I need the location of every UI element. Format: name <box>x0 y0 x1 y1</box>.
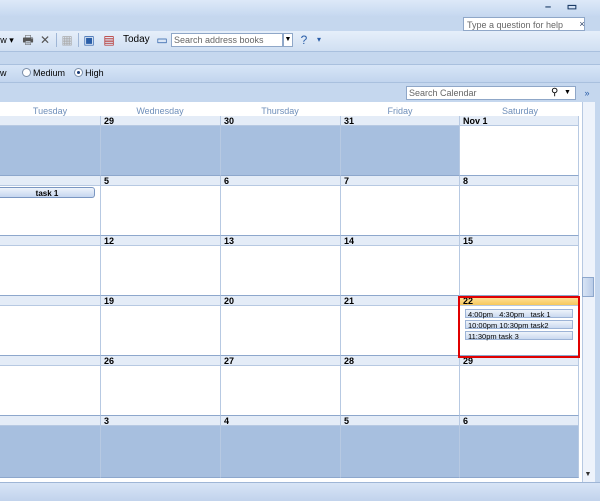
day-cell[interactable]: 3 <box>101 416 221 478</box>
day-cell[interactable]: 29 <box>460 356 579 416</box>
day-number: 8 <box>460 176 578 186</box>
day-number: 7 <box>341 176 459 186</box>
day-number: 15 <box>460 236 578 246</box>
day-number: 6 <box>460 416 578 426</box>
help-search-input[interactable]: Type a question for help <box>463 17 585 31</box>
help-close-icon[interactable]: × <box>575 17 589 31</box>
print-icon[interactable]: 🖶 <box>21 33 35 47</box>
day-cell[interactable]: 12 <box>101 236 221 296</box>
day-cell[interactable]: 21 <box>341 296 460 356</box>
day-number <box>0 296 100 306</box>
day-cell[interactable]: 30 <box>221 116 341 176</box>
day-cell[interactable]: 28 <box>341 356 460 416</box>
title-bar <box>0 0 600 16</box>
search-icon[interactable]: ⚲ <box>551 86 561 100</box>
day-cell[interactable] <box>0 356 101 416</box>
delete-icon[interactable]: ✕ <box>38 33 52 47</box>
help-icon[interactable]: ? <box>297 33 311 47</box>
day-cell[interactable]: 6 <box>221 176 341 236</box>
day-number: 19 <box>101 296 220 306</box>
day-number: 31 <box>341 116 459 126</box>
expand-icon[interactable]: » <box>580 86 594 100</box>
day-number: 30 <box>221 116 340 126</box>
day-cell[interactable]: 13 <box>221 236 341 296</box>
day-number: 5 <box>101 176 220 186</box>
details-bar: w Medium High <box>0 64 600 83</box>
day-cell[interactable]: Nov 1 <box>460 116 579 176</box>
day-number: 28 <box>341 356 459 366</box>
day-cell[interactable]: 26 <box>101 356 221 416</box>
toolbar-partial-label[interactable]: w ▾ <box>0 33 14 47</box>
maximize-icon[interactable]: ▭ <box>562 1 582 14</box>
day-cell[interactable]: 5 <box>101 176 221 236</box>
radio-medium-label: Medium <box>33 68 66 78</box>
day-number: 13 <box>221 236 340 246</box>
day-number: 29 <box>101 116 220 126</box>
scrollbar-thumb[interactable] <box>582 277 594 297</box>
day-cell[interactable] <box>0 416 101 478</box>
day-number: 6 <box>221 176 340 186</box>
day-number: 3 <box>101 416 220 426</box>
day-cell[interactable]: 27 <box>221 356 341 416</box>
day-cell[interactable]: 19 <box>101 296 221 356</box>
day-cell[interactable]: 29 <box>101 116 221 176</box>
day-cell[interactable] <box>0 176 101 236</box>
day-number <box>0 116 100 126</box>
day-number: 14 <box>341 236 459 246</box>
event-bar-task-1[interactable]: task 1 <box>0 187 95 198</box>
toolbar-separator <box>78 33 79 47</box>
day-number <box>0 356 100 366</box>
day-number: 26 <box>101 356 220 366</box>
day-number <box>0 236 100 246</box>
day-cell[interactable] <box>0 116 101 176</box>
toolbar-options-icon[interactable]: ▾ <box>312 33 326 47</box>
details-partial-label: w <box>0 68 7 78</box>
day-cell[interactable]: 31 <box>341 116 460 176</box>
day-number: 27 <box>221 356 340 366</box>
day-number: 5 <box>341 416 459 426</box>
day-cell[interactable]: 7 <box>341 176 460 236</box>
day-number: Nov 1 <box>460 116 578 126</box>
day-cell[interactable]: 15 <box>460 236 579 296</box>
chevron-down-icon[interactable]: ▼ <box>564 86 574 100</box>
contacts-icon[interactable]: ▭ <box>155 33 169 47</box>
address-book-icon[interactable]: ▣ <box>82 33 96 47</box>
day-number <box>0 416 100 426</box>
day-cell[interactable] <box>0 296 101 356</box>
day-number <box>0 176 100 186</box>
day-cell[interactable] <box>0 236 101 296</box>
day-cell[interactable]: 6 <box>460 416 579 478</box>
day-number: 21 <box>341 296 459 306</box>
move-icon[interactable]: ▦ <box>60 33 74 47</box>
radio-high-label: High <box>85 68 104 78</box>
day-cell[interactable]: 4 <box>221 416 341 478</box>
search-address-books-input[interactable]: Search address books <box>171 33 283 47</box>
day-cell[interactable]: 14 <box>341 236 460 296</box>
scroll-down-icon[interactable]: ▼ <box>582 470 594 480</box>
day-cell[interactable]: 20 <box>221 296 341 356</box>
day-number: 4 <box>221 416 340 426</box>
day-number: 12 <box>101 236 220 246</box>
day-number: 20 <box>221 296 340 306</box>
status-bar <box>0 482 600 501</box>
day-cell[interactable]: 5 <box>341 416 460 478</box>
day-cell[interactable]: 8 <box>460 176 579 236</box>
selection-highlight <box>458 296 580 358</box>
toolbar-separator <box>56 33 57 47</box>
minimize-icon[interactable]: – <box>538 1 558 14</box>
today-button[interactable]: Today <box>123 33 150 47</box>
radio-high[interactable] <box>73 68 83 77</box>
radio-medium[interactable] <box>21 68 31 77</box>
chevron-down-icon[interactable]: ▼ <box>283 33 293 47</box>
calendar-icon[interactable]: ▤ <box>102 33 116 47</box>
